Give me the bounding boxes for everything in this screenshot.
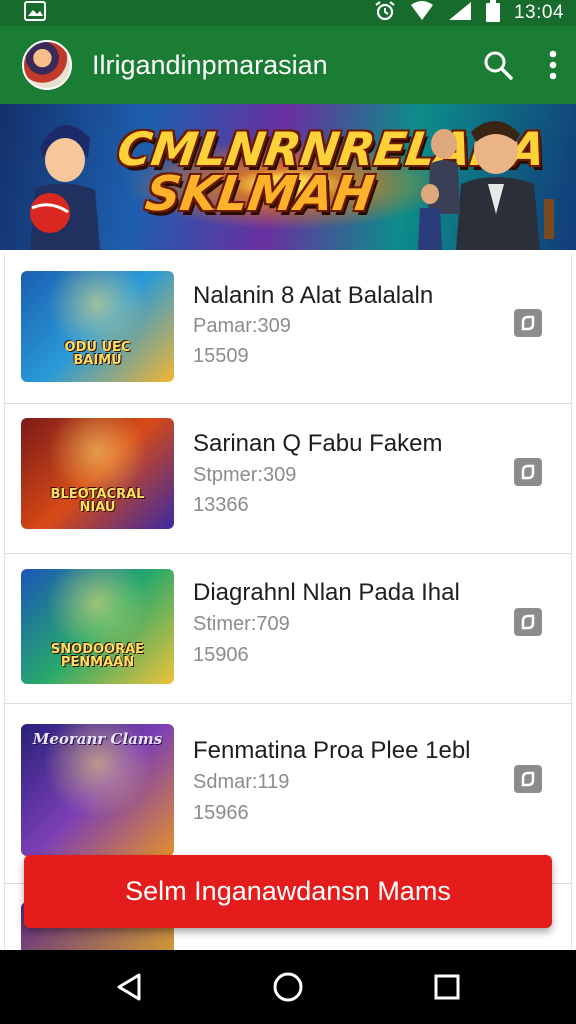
game-meta-secondary: 15509 (193, 345, 249, 367)
game-meta-secondary: 15906 (193, 644, 249, 666)
game-meta-primary: Stimer:709 (193, 613, 290, 635)
game-title: Sarinan Q Fabu Fakem (193, 430, 443, 457)
primary-action-button[interactable]: Selm Inganawdansn Mams (24, 855, 552, 928)
game-thumbnail-label: SNODOORAE PENMAAN (50, 641, 145, 671)
game-meta-primary: Sdmar:119 (193, 771, 290, 793)
alarm-icon (374, 0, 396, 27)
game-thumbnail[interactable]: BLEOTACRAL NIAU (21, 418, 174, 529)
avatar[interactable] (22, 40, 72, 90)
search-icon[interactable] (482, 49, 514, 81)
game-title: Diagrahnl Nlan Pada Ihal (193, 579, 460, 606)
app-title: Ilrigandinpmarasian (92, 49, 328, 80)
recents-icon[interactable] (417, 957, 477, 1017)
status-right: 13:04 (374, 0, 564, 27)
wifi-icon (410, 0, 434, 26)
signal-icon (448, 1, 472, 26)
open-game-icon[interactable] (513, 607, 543, 637)
app-bar: Ilrigandinpmarasian (0, 26, 576, 104)
status-bar: 13:04 (0, 0, 576, 26)
game-thumbnail[interactable]: SNODOORAE PENMAAN (21, 569, 174, 684)
game-meta-secondary: 13366 (193, 494, 249, 516)
banner-characters-illustration (418, 120, 554, 250)
image-notification-icon (24, 0, 46, 26)
open-game-icon[interactable] (513, 764, 543, 794)
game-thumbnail-label: ODU UEC BAIMU (64, 339, 131, 369)
game-meta-primary: Stpmer:309 (193, 464, 297, 486)
game-title: Nalanin 8 Alat Balalaln (193, 282, 434, 309)
system-nav-bar (0, 950, 576, 1024)
game-thumbnail[interactable]: Meoranr Clams (21, 724, 174, 856)
open-game-icon[interactable] (513, 457, 543, 487)
promo-banner[interactable]: CMLNRNRELANA SKLMAH (0, 104, 576, 250)
game-meta-secondary: 15966 (193, 802, 249, 824)
back-icon[interactable] (99, 957, 159, 1017)
open-game-icon[interactable] (513, 308, 543, 338)
game-thumbnail-label: BLEOTACRAL NIAU (50, 486, 145, 516)
game-thumbnail-label: Meoranr Clams (32, 730, 163, 748)
battery-icon (485, 0, 500, 27)
game-list: ODU UEC BAIMU Nalanin 8 Alat Balalaln Pa… (4, 254, 572, 950)
home-icon[interactable] (258, 957, 318, 1017)
game-meta-primary: Pamar:309 (193, 315, 291, 337)
status-left (24, 0, 46, 26)
banner-hero-illustration (30, 125, 100, 250)
more-vert-icon[interactable] (548, 50, 558, 80)
game-thumbnail[interactable]: ODU UEC BAIMU (21, 271, 174, 382)
game-title: Fenmatina Proa Plee 1ebl (193, 737, 471, 764)
game-list-item[interactable]: SNODOORAE PENMAAN Diagrahnl Nlan Pada Ih… (5, 554, 571, 704)
game-list-item[interactable]: ODU UEC BAIMU Nalanin 8 Alat Balalaln Pa… (5, 254, 571, 404)
app-actions (482, 49, 558, 81)
status-time: 13:04 (513, 2, 564, 23)
banner-title-line2: SKLMAH (142, 166, 378, 222)
game-list-item[interactable]: BLEOTACRAL NIAU Sarinan Q Fabu Fakem Stp… (5, 404, 571, 554)
